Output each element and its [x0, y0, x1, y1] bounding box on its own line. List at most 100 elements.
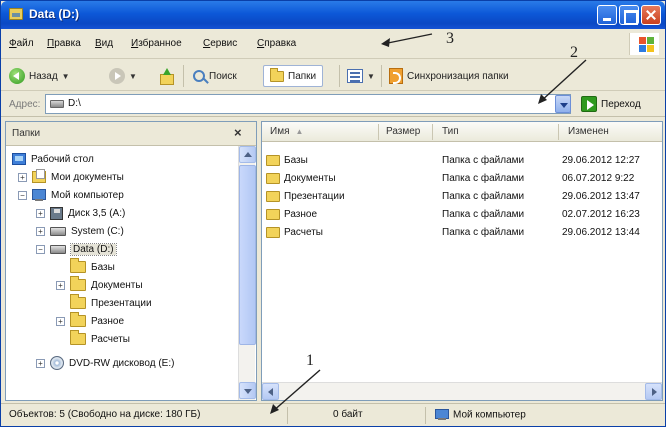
file-type: Папка с файлами: [442, 191, 525, 202]
column-divider[interactable]: [378, 124, 379, 140]
file-row[interactable]: Разное Папка с файлами 02.07.2012 16:23: [262, 206, 662, 223]
views-button[interactable]: ▼: [347, 65, 375, 87]
title-bar[interactable]: Data (D:): [1, 1, 665, 29]
column-size[interactable]: Размер: [386, 126, 420, 137]
expand-icon[interactable]: +: [56, 316, 65, 326]
scroll-right-arrow-icon[interactable]: [645, 383, 662, 400]
menu-help[interactable]: Справка: [257, 38, 296, 49]
desktop-icon: [12, 153, 26, 165]
expand-icon[interactable]: +: [36, 358, 45, 368]
column-divider[interactable]: [432, 124, 433, 140]
up-folder-icon: [159, 68, 174, 85]
tree-item-label: Разное: [91, 315, 125, 327]
folders-button[interactable]: Папки: [263, 65, 324, 87]
maximize-button[interactable]: [619, 5, 639, 25]
file-row[interactable]: Документы Папка с файлами 06.07.2012 9:2…: [262, 170, 662, 187]
expand-icon[interactable]: +: [18, 172, 27, 182]
tree-item-label: Базы: [91, 261, 115, 273]
file-list-pane: Имя ▲ Размер Тип Изменен Базы Папка с фай…: [261, 121, 663, 401]
tree-item-dokumenty[interactable]: + Документы: [56, 276, 143, 294]
folder-icon: [70, 330, 86, 345]
search-button[interactable]: Поиск: [193, 65, 237, 87]
address-dropdown-button[interactable]: [555, 95, 571, 113]
file-row[interactable]: Базы Папка с файлами 29.06.2012 12:27: [262, 152, 662, 169]
tree-item-label: Презентации: [91, 297, 152, 309]
toolbar-separator: [339, 65, 340, 87]
menu-file[interactable]: Файл: [9, 38, 34, 49]
folder-icon: [70, 276, 86, 291]
windows-logo-icon: [629, 33, 659, 55]
collapse-icon[interactable]: −: [18, 190, 27, 200]
back-arrow-icon: [9, 68, 25, 84]
computer-icon: [32, 188, 46, 202]
expand-icon[interactable]: +: [56, 280, 65, 290]
up-folder-button[interactable]: [159, 65, 174, 87]
tree-item-label: DVD-RW дисковод (E:): [69, 357, 175, 369]
go-button[interactable]: Переход: [581, 95, 641, 113]
menu-bar: Файл Правка Вид Избранное Сервис Справка: [1, 29, 665, 59]
scrollbar-thumb[interactable]: [239, 165, 256, 345]
close-button[interactable]: [641, 5, 661, 25]
tree-item-label: System (C:): [71, 225, 124, 237]
tree-item-dvd-e[interactable]: + DVD-RW дисковод (E:): [36, 354, 174, 372]
address-label: Адрес:: [9, 99, 41, 110]
tree-item-raschety[interactable]: Расчеты: [70, 330, 130, 348]
collapse-icon[interactable]: −: [36, 244, 45, 254]
sync-label: Синхронизация папки: [407, 70, 509, 82]
search-label: Поиск: [209, 70, 237, 82]
file-row[interactable]: Расчеты Папка с файлами 29.06.2012 13:44: [262, 224, 662, 241]
tree-item-raznoe[interactable]: + Разное: [56, 312, 124, 330]
forward-button[interactable]: ▼: [109, 65, 137, 87]
tree-item-prezentatsii[interactable]: Презентации: [70, 294, 152, 312]
menu-edit[interactable]: Правка: [47, 38, 81, 49]
tree-item-system-c[interactable]: + System (C:): [36, 222, 124, 240]
column-type[interactable]: Тип: [442, 126, 459, 137]
folder-icon: [266, 173, 280, 184]
scroll-down-arrow-icon[interactable]: [239, 382, 256, 399]
column-divider[interactable]: [558, 124, 559, 140]
expand-icon[interactable]: +: [36, 226, 45, 236]
status-separator: [287, 407, 288, 424]
column-modified[interactable]: Изменен: [568, 126, 609, 137]
sync-folder-button[interactable]: Синхронизация папки: [389, 65, 509, 87]
dropdown-arrow-icon[interactable]: ▼: [367, 72, 375, 81]
minimize-button[interactable]: [597, 5, 617, 25]
file-row[interactable]: Презентации Папка с файлами 29.06.2012 1…: [262, 188, 662, 205]
tree-item-floppy[interactable]: + Диск 3,5 (A:): [36, 204, 125, 222]
menu-tools[interactable]: Сервис: [203, 38, 237, 49]
window-title: Data (D:): [29, 7, 79, 21]
file-name: Презентации: [284, 191, 345, 202]
dropdown-arrow-icon[interactable]: ▼: [129, 72, 137, 81]
file-modified: 02.07.2012 16:23: [562, 209, 640, 220]
drive-icon: [50, 100, 64, 108]
tree-item-desktop[interactable]: Рабочий стол: [12, 150, 94, 168]
menu-favorites[interactable]: Избранное: [131, 38, 182, 49]
toolbar: Назад ▼ ▼ Поиск Папки ▼ Синхронизация па…: [1, 59, 665, 91]
tree-item-my-documents[interactable]: + Мои документы: [18, 168, 124, 186]
status-size: 0 байт: [333, 409, 363, 420]
scroll-up-arrow-icon[interactable]: [239, 146, 256, 163]
column-name[interactable]: Имя ▲: [270, 126, 303, 137]
tree-item-my-computer[interactable]: − Мой компьютер: [18, 186, 124, 204]
status-separator: [425, 407, 426, 424]
close-pane-icon[interactable]: ×: [234, 125, 242, 140]
file-name: Базы: [284, 155, 308, 166]
file-type: Папка с файлами: [442, 173, 525, 184]
hard-drive-icon: [50, 226, 66, 236]
tree-item-label: Мои документы: [51, 171, 124, 183]
tree-item-data-d[interactable]: − Data (D:): [36, 240, 117, 258]
address-input[interactable]: D:\: [45, 94, 571, 114]
file-pane-scrollbar[interactable]: [262, 382, 662, 400]
dropdown-arrow-icon[interactable]: ▼: [62, 72, 70, 81]
back-label: Назад: [29, 70, 58, 82]
scroll-left-arrow-icon[interactable]: [262, 383, 279, 400]
folder-tree-pane: Папки × Рабочий стол + Мои документы − М…: [5, 121, 257, 401]
folder-icon: [70, 294, 86, 309]
expand-icon[interactable]: +: [36, 208, 45, 218]
tree-item-bazy[interactable]: Базы: [70, 258, 115, 276]
back-button[interactable]: Назад ▼: [9, 65, 70, 87]
status-location-label: Мой компьютер: [453, 409, 526, 421]
tree-item-label: Документы: [91, 279, 143, 291]
menu-view[interactable]: Вид: [95, 38, 113, 49]
folder-pane-scrollbar[interactable]: [238, 146, 256, 400]
